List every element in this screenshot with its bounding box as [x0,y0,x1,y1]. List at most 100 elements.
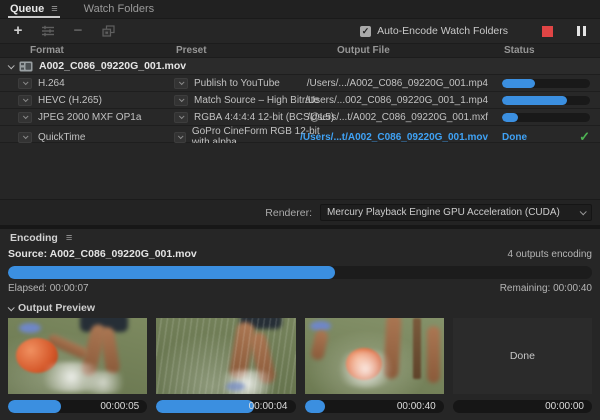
overall-progress-bar [8,266,592,279]
output-row-h264[interactable]: H.264 Publish to YouTube /Users/.../A002… [0,75,600,92]
preset-dropdown[interactable] [174,78,188,89]
output-file-link[interactable]: /Users/...002_C086_09220G_001_1.mp4 [305,95,488,106]
preset-dropdown[interactable] [174,95,188,106]
chevron-down-icon [179,96,185,102]
output-preview-header[interactable]: Output Preview [8,301,592,315]
encode-progress-fill [502,79,535,88]
column-status: Status [494,45,600,56]
preview-column-2: 00:00:04 [156,318,295,413]
encode-progress-bar [502,96,590,105]
format-dropdown[interactable] [18,112,32,123]
column-output-file: Output File [336,45,494,56]
chevron-down-icon [23,96,29,102]
chevron-down-icon [580,208,587,215]
pause-queue-button[interactable] [577,26,586,36]
outputs-encoding-count: 4 outputs encoding [507,249,592,260]
auto-encode-label: Auto-Encode Watch Folders [377,25,508,37]
chevron-down-icon [179,79,185,85]
chevron-down-icon [23,79,29,85]
add-source-button[interactable]: + [10,23,26,39]
preset-value: Match Source – High Bitrate [194,95,319,106]
tab-queue[interactable]: Queue ≡ [8,1,60,18]
preview-timecode-4: 00:00:00 [545,400,584,413]
preview-column-3: 00:00:40 [305,318,444,413]
output-preview-title: Output Preview [18,302,95,314]
format-dropdown[interactable] [18,95,32,106]
encode-progress-bar [502,79,590,88]
encode-progress-fill [502,113,518,122]
overall-progress-fill [8,266,335,279]
preview-progress-fill-2 [156,400,253,413]
encoding-panel-header: Encoding ≡ [0,229,600,246]
queue-tab-bar: Queue ≡ Watch Folders [0,0,600,19]
preview-column-4: Done 00:00:00 [453,318,592,413]
format-value: H.264 [38,78,65,89]
output-row-jpeg2000[interactable]: JPEG 2000 MXF OP1a RGBA 4:4:4:4 12-bit (… [0,109,600,126]
preview-done-label: Done [510,350,535,362]
format-dropdown[interactable] [18,132,32,143]
encode-progress-fill [502,96,567,105]
renderer-label: Renderer: [265,207,312,219]
add-preset-button[interactable] [40,23,56,39]
queue-column-headers: Format Preset Output File Status [0,43,600,58]
queue-source-row[interactable]: A002_C086_09220G_001.mov [0,58,600,75]
encode-progress-bar [502,113,590,122]
tab-queue-label: Queue [10,3,44,15]
encoding-source-label: Source: A002_C086_09220G_001.mov [8,248,197,260]
preview-timecode-2: 00:00:04 [249,400,288,413]
queue-toolbar: + − ✓ Auto-Encode Watch Folders [0,19,600,43]
output-row-hevc[interactable]: HEVC (H.265) Match Source – High Bitrate… [0,92,600,109]
preset-dropdown[interactable] [174,132,186,143]
elapsed-time: Elapsed: 00:00:07 [8,283,89,295]
chevron-down-icon [178,133,184,139]
chevron-down-icon [179,113,185,119]
preview-progress-fill-1 [8,400,61,413]
media-encoder-window: Queue ≡ Watch Folders + − ✓ [0,0,600,420]
format-value: HEVC (H.265) [38,95,102,106]
renderer-select[interactable]: Mercury Playback Engine GPU Acceleration… [320,204,592,221]
encoding-panel: Encoding ≡ Source: A002_C086_09220G_001.… [0,229,600,420]
queue-empty-area [0,143,600,199]
preview-progress-fill-3 [305,400,326,413]
output-file-link[interactable]: /Users/.../A002_C086_09220G_001.mp4 [307,78,488,89]
preview-timecode-1: 00:00:05 [100,400,139,413]
chevron-down-icon [23,133,29,139]
panel-menu-icon[interactable]: ≡ [66,232,72,244]
stop-queue-button[interactable] [542,26,553,37]
collapse-chevron-icon[interactable] [8,62,15,69]
output-previews: 00:00:05 [8,318,592,413]
duplicate-button[interactable] [100,23,116,39]
format-value: QuickTime [38,132,85,143]
output-file-link[interactable]: /Users/...t/A002_C086_09220G_001.mxf [307,112,488,123]
source-filename: A002_C086_09220G_001.mov [39,60,186,72]
preview-done-box: Done [453,318,592,394]
encoding-title: Encoding [10,232,58,244]
preview-timecode-3: 00:00:40 [397,400,436,413]
remove-button[interactable]: − [70,23,86,39]
format-dropdown[interactable] [18,78,32,89]
preview-progress-bar-2: 00:00:04 [156,400,295,413]
output-row-quicktime[interactable]: QuickTime GoPro CineForm RGB 12-bit with… [0,126,600,143]
preview-progress-bar-4: 00:00:00 [453,400,592,413]
preset-value: Publish to YouTube [194,78,280,89]
chevron-down-icon [23,113,29,119]
video-clip-icon [19,61,33,72]
tab-watch-folders[interactable]: Watch Folders [82,1,157,18]
preview-progress-bar-3: 00:00:40 [305,400,444,413]
panel-menu-icon[interactable]: ≡ [51,3,57,15]
tab-watch-folders-label: Watch Folders [84,3,155,15]
auto-encode-checkbox[interactable]: ✓ [360,26,371,37]
column-preset: Preset [168,45,336,56]
preview-thumbnail-1 [8,318,147,394]
preview-thumbnail-2 [156,318,295,394]
preview-progress-bar-1: 00:00:05 [8,400,147,413]
output-file-link[interactable]: /Users/...t/A002_C086_09220G_001.mov [300,132,488,143]
preset-dropdown[interactable] [174,112,188,123]
preview-column-1: 00:00:05 [8,318,147,413]
renderer-value: Mercury Playback Engine GPU Acceleration… [327,207,560,218]
remaining-time: Remaining: 00:00:40 [500,283,592,295]
collapse-chevron-icon [8,304,15,311]
status-done-label: Done [502,132,527,143]
renderer-row: Renderer: Mercury Playback Engine GPU Ac… [0,199,600,225]
column-format: Format [0,45,168,56]
